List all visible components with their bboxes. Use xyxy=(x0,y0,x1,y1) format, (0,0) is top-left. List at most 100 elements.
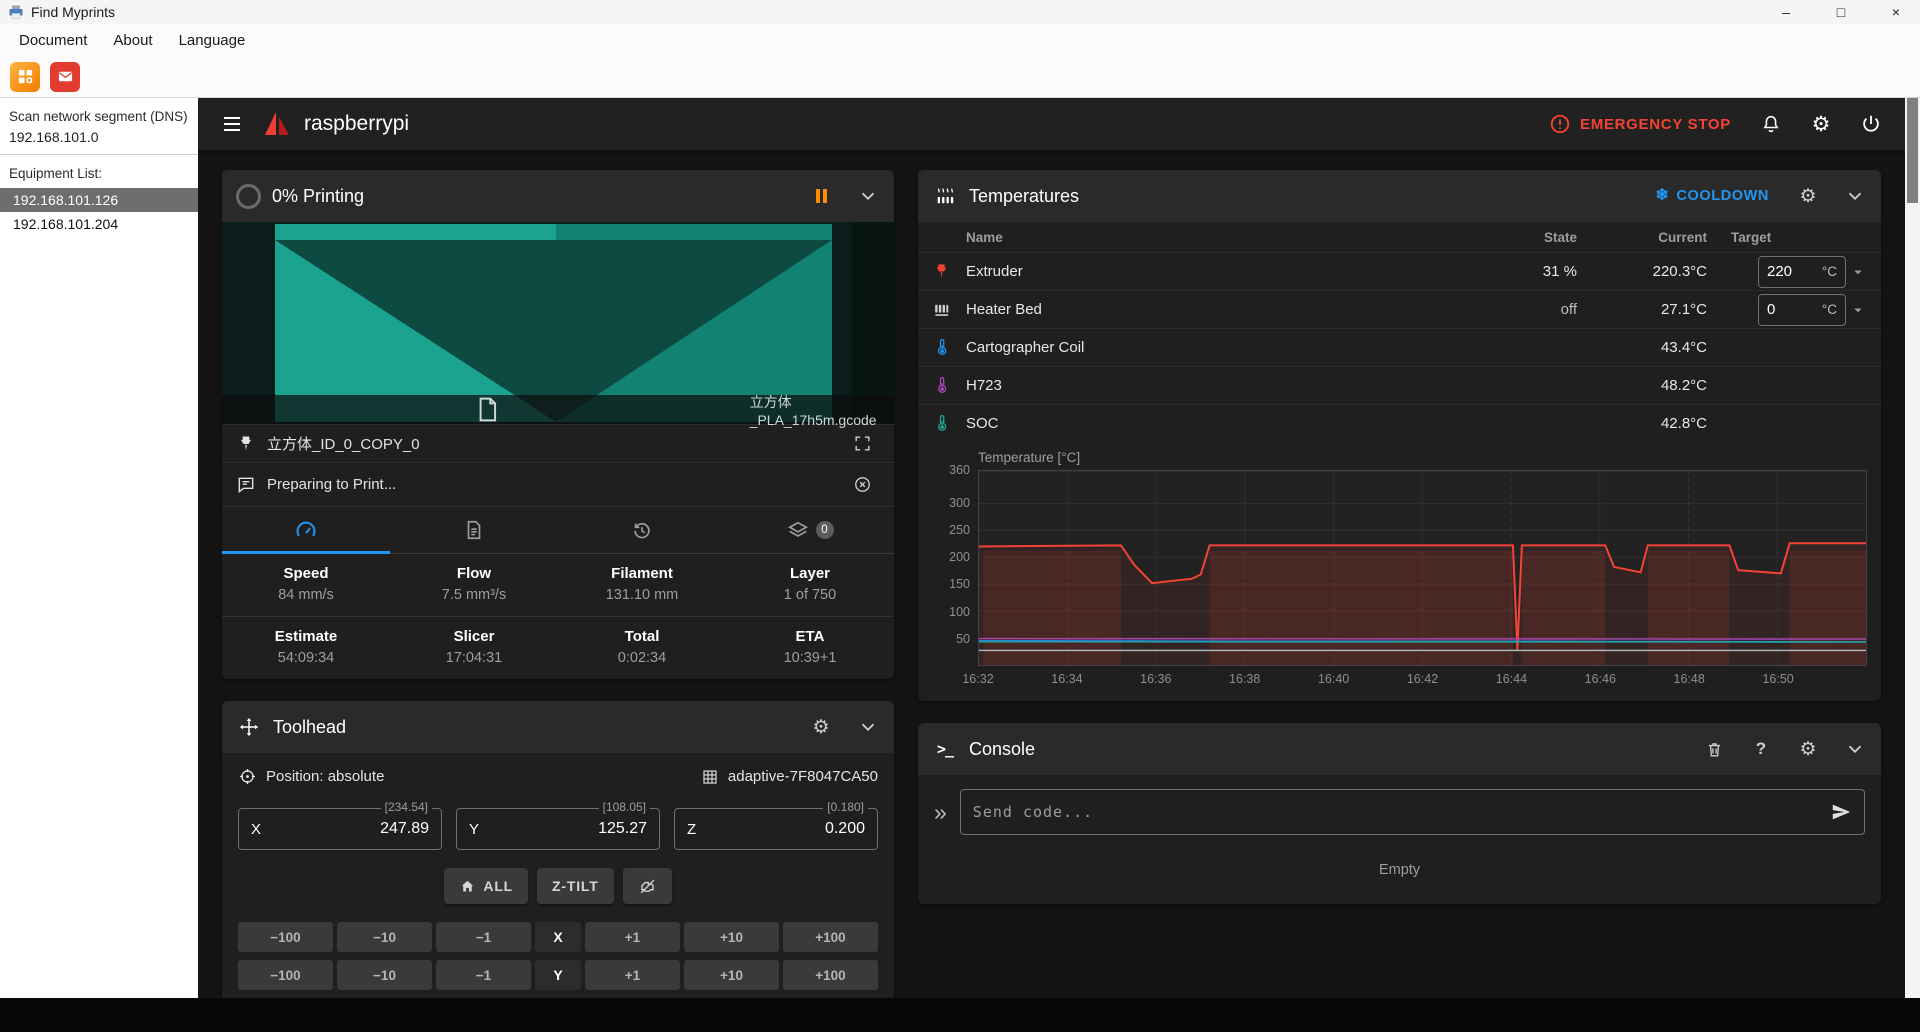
x-tick-label: 16:46 xyxy=(1585,672,1616,686)
device-item[interactable]: 192.168.101.204 xyxy=(0,212,198,236)
axis-x-field[interactable]: X 247.89 [234.54] xyxy=(238,808,442,850)
extruder-preset-caret-icon[interactable] xyxy=(1849,263,1867,281)
console-prompt-icon[interactable]: » xyxy=(934,801,947,824)
console-chevron-down-icon[interactable] xyxy=(1837,731,1873,767)
jog-y-plus-10[interactable]: +10 xyxy=(684,960,779,990)
menu-about[interactable]: About xyxy=(100,27,165,54)
document-icon xyxy=(463,519,485,541)
emergency-stop-button[interactable]: EMERGENCY STOP xyxy=(1539,113,1741,135)
webview-scrollbar[interactable] xyxy=(1905,98,1920,998)
extruder-target-input[interactable] xyxy=(1767,263,1809,280)
y-tick-label: 250 xyxy=(949,523,970,537)
scrollbar-thumb[interactable] xyxy=(1907,98,1918,203)
settings-gear-icon[interactable]: ⚙ xyxy=(1801,104,1841,144)
toolbar-scan-icon[interactable] xyxy=(10,62,40,92)
heater-bed-target-field[interactable]: °C xyxy=(1758,294,1846,326)
jog-x-minus-100[interactable]: −100 xyxy=(238,922,333,952)
menu-document[interactable]: Document xyxy=(6,27,100,54)
jog-x-plus-1[interactable]: +1 xyxy=(585,922,680,952)
cooldown-button[interactable]: ❄ COOLDOWN xyxy=(1645,182,1779,210)
jog-x-plus-100[interactable]: +100 xyxy=(783,922,878,952)
jog-x-plus-10[interactable]: +10 xyxy=(684,922,779,952)
jog-x-minus-10[interactable]: −10 xyxy=(337,922,432,952)
scan-network-input[interactable] xyxy=(9,129,169,145)
terminal-icon: >_ xyxy=(932,740,958,758)
heater-bed-target-input[interactable] xyxy=(1767,301,1809,318)
axis-y-field[interactable]: Y 125.27 [108.05] xyxy=(456,808,660,850)
thermometer-icon xyxy=(932,376,966,395)
jog-x-minus-1[interactable]: −1 xyxy=(436,922,531,952)
print-stats-row-2: Estimate54:09:34 Slicer17:04:31 Total0:0… xyxy=(222,616,894,679)
dismiss-message-icon[interactable] xyxy=(844,467,880,503)
status-message: Preparing to Print... xyxy=(267,476,396,493)
position-target-icon xyxy=(238,767,257,786)
print-panel-chevron-down-icon[interactable] xyxy=(850,178,886,214)
stat-slicer: Slicer17:04:31 xyxy=(390,617,558,679)
toolhead-gear-icon[interactable]: ⚙ xyxy=(803,709,839,745)
temp-row-cartographer-coil: Cartographer Coil 43.4°C xyxy=(918,328,1881,366)
hamburger-menu-icon[interactable] xyxy=(212,104,252,144)
layers-icon xyxy=(787,519,809,541)
temperatures-gear-icon[interactable]: ⚙ xyxy=(1790,178,1826,214)
bottom-strip xyxy=(0,998,1920,1032)
print-preview-image: 立方体_PLA_17h5m.gcode xyxy=(222,222,894,424)
notifications-bell-icon[interactable] xyxy=(1751,104,1791,144)
gcode-filename: 立方体_PLA_17h5m.gcode xyxy=(750,392,882,428)
device-item-selected[interactable]: 192.168.101.126 xyxy=(0,188,198,212)
pause-button[interactable] xyxy=(803,178,839,214)
console-title: Console xyxy=(969,739,1035,760)
tab-layers[interactable]: 0 xyxy=(726,507,894,553)
extruder-target-field[interactable]: °C xyxy=(1758,256,1846,288)
y-tick-label: 300 xyxy=(949,496,970,510)
console-gear-icon[interactable]: ⚙ xyxy=(1790,731,1826,767)
jog-y-minus-1[interactable]: −1 xyxy=(436,960,531,990)
tab-speed[interactable] xyxy=(222,507,390,553)
print-status-panel: 0% Printing xyxy=(222,170,894,679)
menu-language[interactable]: Language xyxy=(166,27,259,54)
console-input[interactable] xyxy=(973,803,1830,821)
jog-y-plus-1[interactable]: +1 xyxy=(585,960,680,990)
message-icon xyxy=(236,475,256,495)
console-input-field[interactable] xyxy=(960,789,1865,835)
jog-y-plus-100[interactable]: +100 xyxy=(783,960,878,990)
toolhead-move-icon xyxy=(236,716,262,738)
console-header: >_ Console ? ⚙ xyxy=(918,723,1881,775)
close-button[interactable]: × xyxy=(1872,0,1920,24)
x-tick-label: 16:36 xyxy=(1140,672,1171,686)
y-tick-label: 50 xyxy=(956,632,970,646)
console-panel: >_ Console ? ⚙ xyxy=(918,723,1881,904)
expand-icon[interactable] xyxy=(844,426,880,462)
temperature-chart: Temperature [°C] 36030025020015010050 16… xyxy=(918,442,1881,701)
position-mode-label: Position: absolute xyxy=(266,768,384,785)
print-stats-row-1: Speed84 mm/s Flow7.5 mm³/s Filament131.1… xyxy=(222,554,894,616)
toolbar-mail-icon[interactable] xyxy=(50,62,80,92)
tab-history[interactable] xyxy=(558,507,726,553)
heater-bed-preset-caret-icon[interactable] xyxy=(1849,301,1867,319)
gauge-icon xyxy=(294,518,318,542)
z-tilt-button[interactable]: Z-TILT xyxy=(537,868,614,904)
toolhead-buttons: ALL Z-TILT xyxy=(238,868,878,904)
tab-file[interactable] xyxy=(390,507,558,553)
clear-console-trash-icon[interactable] xyxy=(1696,731,1732,767)
minimize-button[interactable]: – xyxy=(1762,0,1810,24)
y-tick-label: 100 xyxy=(949,605,970,619)
temperatures-chevron-down-icon[interactable] xyxy=(1837,178,1873,214)
maximize-button[interactable]: □ xyxy=(1817,0,1865,24)
power-icon[interactable] xyxy=(1851,104,1891,144)
bed-mesh-name[interactable]: adaptive-7F8047CA50 xyxy=(728,768,878,785)
print-status-label: Printing xyxy=(303,186,364,206)
jog-axis-y-label: Y xyxy=(535,960,581,990)
jog-y-minus-10[interactable]: −10 xyxy=(337,960,432,990)
toolhead-chevron-down-icon[interactable] xyxy=(850,709,886,745)
send-icon[interactable] xyxy=(1830,801,1852,823)
motors-off-button[interactable] xyxy=(623,868,672,904)
home-all-button[interactable]: ALL xyxy=(444,868,528,904)
console-help-icon[interactable]: ? xyxy=(1743,731,1779,767)
bed-mesh-grid-icon xyxy=(701,768,719,786)
stat-total: Total0:02:34 xyxy=(558,617,726,679)
axis-z-field[interactable]: Z 0.200 [0.180] xyxy=(674,808,878,850)
scan-network-label: Scan network segment (DNS) xyxy=(0,106,198,126)
temp-row-h723: H723 48.2°C xyxy=(918,366,1881,404)
stat-layer: Layer1 of 750 xyxy=(726,554,894,616)
jog-y-minus-100[interactable]: −100 xyxy=(238,960,333,990)
